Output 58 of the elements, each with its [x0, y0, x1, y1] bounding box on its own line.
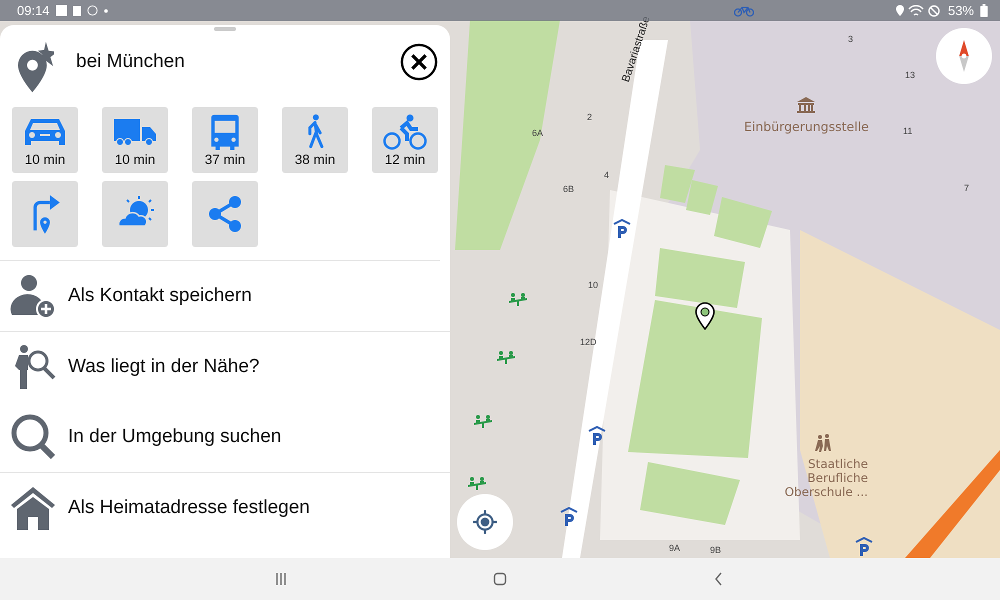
house-number: 3 — [848, 34, 854, 44]
crosshair-icon — [472, 509, 498, 535]
action-button[interactable] — [102, 181, 168, 247]
menu-item[interactable]: Als Kontakt speichern — [0, 261, 450, 331]
route-time-button[interactable]: 10 min — [12, 107, 78, 173]
notification-icon — [56, 5, 67, 16]
house-number: 12D — [580, 337, 597, 347]
place-title: bei München — [76, 51, 186, 73]
clock: 09:14 — [17, 3, 50, 18]
parking-icon — [560, 507, 578, 527]
more-notifications-icon — [104, 8, 108, 12]
pin-star-icon — [18, 41, 54, 93]
badge-circle-icon — [86, 5, 98, 16]
children-icon — [813, 433, 833, 453]
house-number: 13 — [905, 70, 916, 80]
house-number: 10 — [588, 280, 598, 290]
cyclist-icon — [383, 114, 427, 150]
menu-item[interactable]: In der Umgebung suchen — [0, 402, 450, 472]
sim-card-icon — [72, 6, 81, 16]
playground-icon — [496, 350, 516, 364]
playground-icon — [473, 414, 493, 428]
route-time-button[interactable]: 10 min — [102, 107, 168, 173]
place-label: Einbürgerungsstelle — [744, 119, 869, 134]
house-number: 6A — [532, 128, 544, 138]
add-contact-icon — [10, 273, 56, 319]
route-time-button[interactable]: 12 min — [372, 107, 438, 173]
home-button-icon[interactable] — [493, 572, 507, 586]
route-time-button[interactable]: 37 min — [192, 107, 258, 173]
house-number: 2 — [587, 112, 592, 122]
bicycle-icon — [734, 4, 754, 17]
house-number: 4 — [604, 170, 610, 180]
status-icons — [896, 4, 942, 16]
recent-apps-icon[interactable] — [274, 572, 288, 586]
menu-item[interactable]: Als Heimatadresse festlegen — [0, 473, 450, 543]
house-number: 11 — [903, 126, 912, 136]
location-pin-icon — [695, 302, 715, 330]
battery-icon — [980, 4, 988, 17]
lawn-patch — [660, 165, 695, 203]
action-button[interactable] — [192, 181, 258, 247]
house-number: 6B — [563, 184, 574, 194]
route-time-button[interactable]: 38 min — [282, 107, 348, 173]
house-number: 9B — [710, 545, 722, 555]
home-icon — [10, 485, 56, 531]
house-number: 7 — [964, 183, 970, 193]
parking-icon — [613, 219, 631, 239]
search-icon — [10, 414, 56, 460]
place-label: Staatliche Berufliche Oberschule ... — [784, 457, 868, 499]
building-icon — [796, 95, 816, 115]
parking-icon — [855, 537, 873, 557]
playground-icon — [467, 476, 487, 490]
close-button[interactable] — [400, 43, 438, 81]
drag-handle[interactable] — [214, 27, 236, 31]
playground-icon — [508, 292, 528, 306]
house-number: 9A — [669, 543, 680, 553]
action-button[interactable] — [12, 181, 78, 247]
menu-item[interactable]: Was liegt in der Nähe? — [0, 332, 450, 402]
battery-percentage: 53% — [948, 3, 974, 18]
parking-icon — [588, 426, 606, 446]
